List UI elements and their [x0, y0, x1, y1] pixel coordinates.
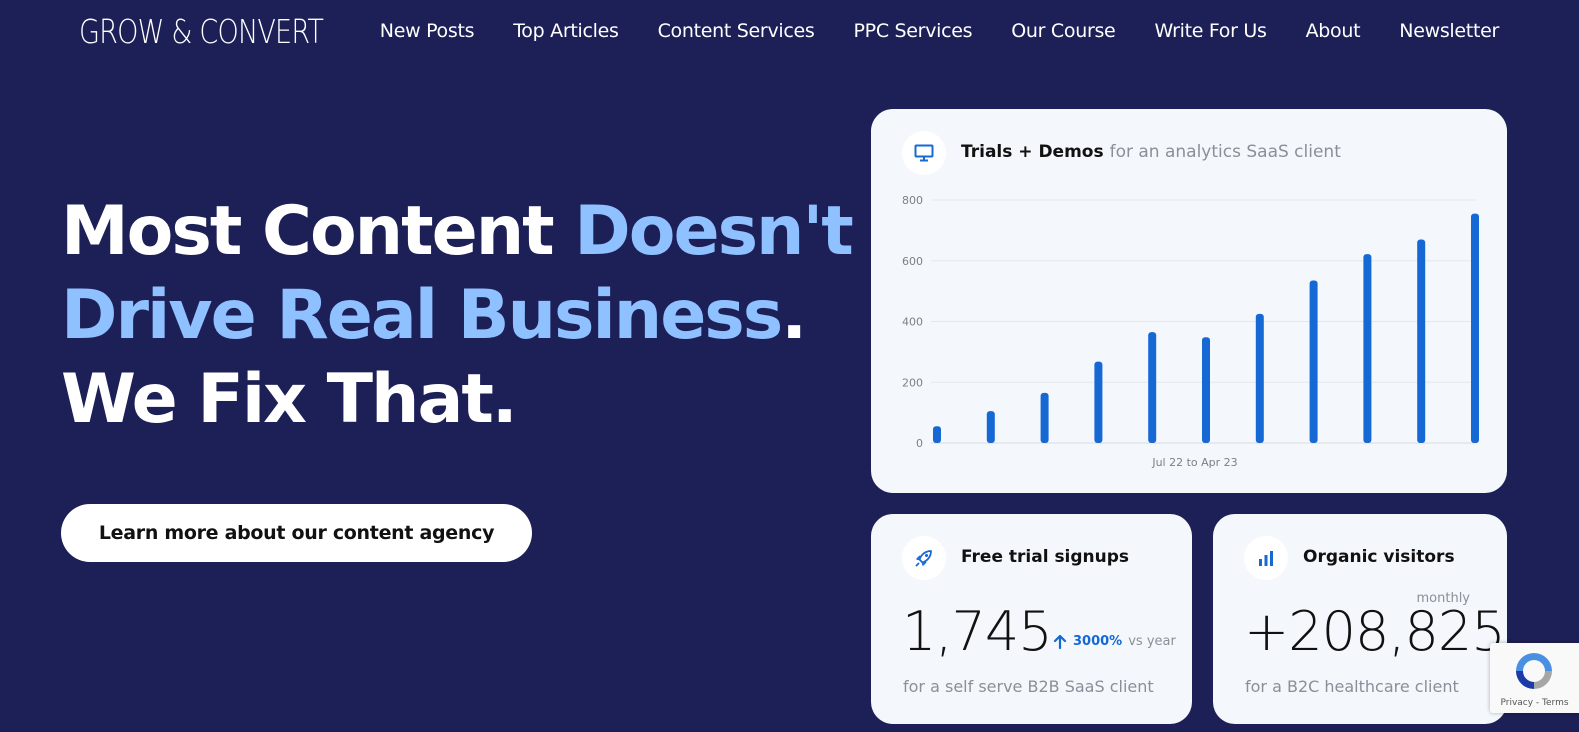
chart-bar [986, 411, 995, 443]
trials-demos-card: Trials + Demos for an analytics SaaS clie… [871, 109, 1507, 493]
chart-bar [1094, 361, 1103, 443]
chart-bar [1148, 332, 1157, 443]
free-trial-value: 1,745 [902, 600, 1053, 663]
nav-our-course[interactable]: Our Course [1011, 20, 1115, 42]
chart-bar [933, 426, 941, 443]
nav-about[interactable]: About [1306, 20, 1361, 42]
nav-ppc-services[interactable]: PPC Services [854, 20, 973, 42]
y-tick-label: 600 [902, 255, 923, 268]
recaptcha-icon [1516, 653, 1552, 689]
hero-line-1: Most Content Doesn't [61, 192, 854, 271]
chart-bar [1309, 280, 1318, 443]
nav-new-posts[interactable]: New Posts [380, 20, 475, 42]
hero-heading: Most Content Doesn't Drive Real Business… [61, 190, 854, 442]
chart-bar [1363, 254, 1372, 443]
chart-bar [1040, 392, 1049, 443]
nav-top-articles[interactable]: Top Articles [513, 20, 619, 42]
recaptcha-links[interactable]: Privacy - Terms [1490, 698, 1579, 708]
organic-visitors-value: +208,825 [1244, 600, 1506, 663]
chart-bar [1471, 213, 1479, 443]
y-tick-label: 200 [902, 376, 923, 389]
y-tick-label: 0 [916, 437, 923, 450]
y-tick-label: 400 [902, 316, 923, 329]
nav-newsletter[interactable]: Newsletter [1399, 20, 1499, 42]
arrow-up-icon [1053, 634, 1067, 649]
site-logo[interactable]: GROW & CONVERT [79, 12, 324, 51]
chart-bar [1255, 313, 1264, 443]
hero-line-2: Drive Real Business. [61, 276, 807, 355]
chart-bar [1202, 337, 1210, 443]
learn-more-button[interactable]: Learn more about our content agency [61, 504, 532, 562]
y-tick-label: 800 [902, 194, 923, 207]
hero-line-3: We Fix That. [61, 360, 518, 439]
nav-write-for-us[interactable]: Write For Us [1154, 20, 1266, 42]
free-trial-card: Free trial signups 1,745 3000% vs year f… [871, 514, 1192, 724]
growth-delta: 3000% vs year [1053, 634, 1176, 649]
trials-demos-chart: 0 200 400 600 800 Jul 22 to Apr 23 [902, 194, 1479, 469]
free-trial-title: Free trial signups [961, 547, 1130, 567]
bar-chart-icon [1244, 536, 1288, 580]
organic-visitors-card: Organic visitors monthly +208,825 for a … [1213, 514, 1507, 724]
main-nav: New Posts Top Articles Content Services … [380, 20, 1500, 42]
free-trial-caption: for a self serve B2B SaaS client [903, 677, 1154, 696]
chart-bar [1417, 239, 1426, 443]
rocket-icon [902, 536, 946, 580]
organic-visitors-caption: for a B2C healthcare client [1245, 677, 1459, 696]
x-axis-label: Jul 22 to Apr 23 [1151, 456, 1237, 469]
nav-content-services[interactable]: Content Services [658, 20, 815, 42]
recaptcha-badge[interactable]: Privacy - Terms [1490, 643, 1579, 713]
organic-visitors-title: Organic visitors [1303, 547, 1455, 567]
